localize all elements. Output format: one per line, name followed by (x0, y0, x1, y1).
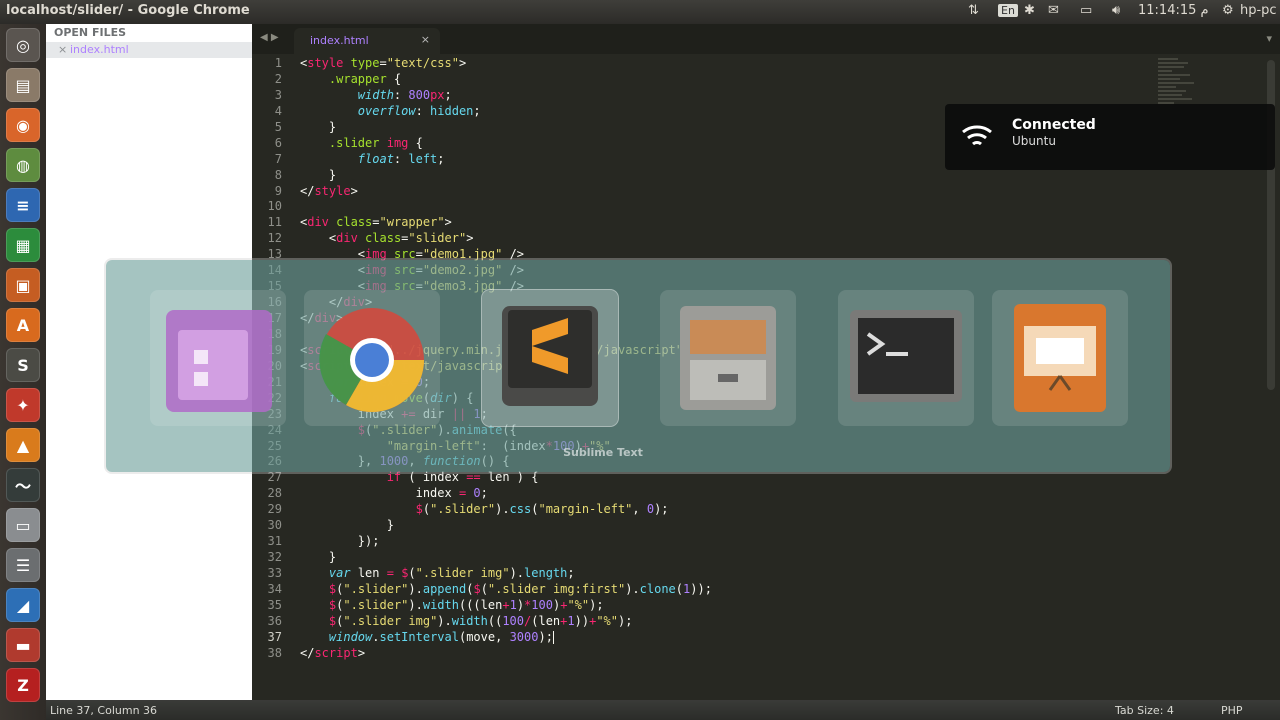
code-line: 12 <div class="slider"> (267, 231, 474, 246)
network-notification[interactable]: Connected Ubuntu (945, 104, 1275, 170)
filezilla-icon[interactable]: Z (6, 668, 40, 702)
battery-icon[interactable]: ▭ (1080, 3, 1092, 18)
app-switcher: Sublime Text (106, 260, 1170, 472)
code-line: 2 .wrapper { (274, 71, 402, 86)
status-bar: Line 37, Column 36 Tab Size: 4 PHP (46, 700, 1280, 720)
open-files-header: OPEN FILES (54, 26, 127, 39)
switcher-item-impress[interactable] (992, 290, 1128, 426)
impress-icon[interactable]: ▣ (6, 268, 40, 302)
impress-icon (1014, 304, 1106, 412)
code-line: 35 $(".slider").width(((len+1)*100)+"%")… (267, 597, 604, 612)
session-icon[interactable]: ⚙ (1222, 3, 1234, 18)
firefox-icon[interactable]: ◉ (6, 108, 40, 142)
syntax-selector[interactable]: PHP (1221, 704, 1243, 717)
software-center-icon[interactable]: A (6, 308, 40, 342)
files-icon[interactable]: ▤ (6, 68, 40, 102)
text-caret (552, 630, 554, 644)
sublime-icon[interactable]: S (6, 348, 40, 382)
code-line: 32 } (267, 550, 337, 565)
monitor-icon[interactable]: 〜 (6, 468, 40, 502)
transfer-icon[interactable]: ⇅ (968, 3, 979, 18)
window-title: localhost/slider/ - Google Chrome (6, 3, 250, 18)
code-line: 34 $(".slider").append($(".slider img:fi… (267, 581, 712, 596)
drive-icon[interactable]: ▭ (6, 508, 40, 542)
code-line: 29 $(".slider").css("margin-left", 0); (267, 502, 669, 517)
terminal-icon (850, 310, 962, 402)
code-line: 11 <div class="wrapper"> (267, 215, 452, 230)
switcher-item-files[interactable] (150, 290, 286, 426)
switcher-selected-label: Sublime Text (563, 446, 643, 459)
switcher-item-archive[interactable] (660, 290, 796, 426)
tab-size-selector[interactable]: Tab Size: 4 (1115, 704, 1174, 717)
keyboard-indicator[interactable]: En (998, 4, 1018, 17)
volume-icon[interactable]: 🔊︎ (1112, 3, 1120, 18)
chrome-icon[interactable]: ◍ (6, 148, 40, 182)
chrome-icon (319, 308, 424, 412)
notification-body: Ubuntu (1012, 134, 1056, 148)
notification-title: Connected (1012, 117, 1096, 133)
tab-index-html[interactable]: index.html × (294, 28, 440, 54)
settings-icon[interactable]: ✦ (6, 388, 40, 422)
tab-close-icon[interactable]: × (421, 33, 430, 46)
close-file-icon[interactable]: × (58, 43, 67, 56)
tab-bar: ◀ ▶ index.html × ▾ (252, 24, 1280, 54)
accessibility-icon[interactable]: ✱ (1024, 3, 1035, 18)
git-icon[interactable]: ◢ (6, 588, 40, 622)
top-panel: localhost/slider/ - Google Chrome ⇅ En ✱… (0, 0, 1280, 24)
tab-menu-icon[interactable]: ▾ (1266, 32, 1272, 45)
switcher-item-sublime[interactable] (482, 290, 618, 426)
stack-icon[interactable]: ☰ (6, 548, 40, 582)
code-line: 9 </style> (274, 183, 358, 198)
writer-icon[interactable]: ≡ (6, 188, 40, 222)
open-file-index[interactable]: × index.html (46, 42, 252, 58)
code-line: 1 <style type="text/css"> (274, 56, 467, 70)
switcher-item-chrome[interactable] (304, 290, 440, 426)
code-line: 30 } (267, 518, 394, 533)
mail-icon[interactable]: ✉ (1048, 3, 1059, 18)
code-line: 36 $(".slider img").width((100/(len+1))+… (267, 613, 633, 628)
launcher: ◎ ▤ ◉ ◍ ≡ ▦ ▣ A S ✦ ▲ 〜 ▭ ☰ ◢ ▬ Z (0, 24, 47, 720)
code-line: 10 (267, 199, 282, 214)
code-line: 38 </script> (267, 645, 366, 660)
user-name[interactable]: hp-pc (1240, 3, 1277, 18)
code-line: 33 var len = $(".slider img").length; (267, 566, 575, 580)
switcher-item-terminal[interactable] (838, 290, 974, 426)
wifi-icon (962, 125, 992, 146)
vlc-icon[interactable]: ▲ (6, 428, 40, 462)
open-file-label: index.html (70, 43, 129, 56)
sublime-icon (502, 306, 598, 406)
calc-icon[interactable]: ▦ (6, 228, 40, 262)
tab-nav-arrows-icon[interactable]: ◀ ▶ (260, 32, 279, 43)
files-icon (166, 310, 272, 412)
code-line: 3 width: 800px; (274, 87, 452, 102)
tab-label: index.html (310, 34, 369, 47)
code-line: 27 if ( index == len ) { (267, 470, 539, 485)
code-line: 31 }); (267, 534, 380, 549)
code-line: 28 index = 0; (267, 486, 488, 501)
archive-icon (680, 306, 776, 410)
ubuntu-icon[interactable]: ◎ (6, 28, 40, 62)
cursor-position: Line 37, Column 36 (50, 704, 158, 717)
disk-icon[interactable]: ▬ (6, 628, 40, 662)
clock[interactable]: 11:14:15 م (1138, 3, 1209, 18)
code-line-current: 37 window.setInterval(move, 3000); (267, 629, 554, 644)
